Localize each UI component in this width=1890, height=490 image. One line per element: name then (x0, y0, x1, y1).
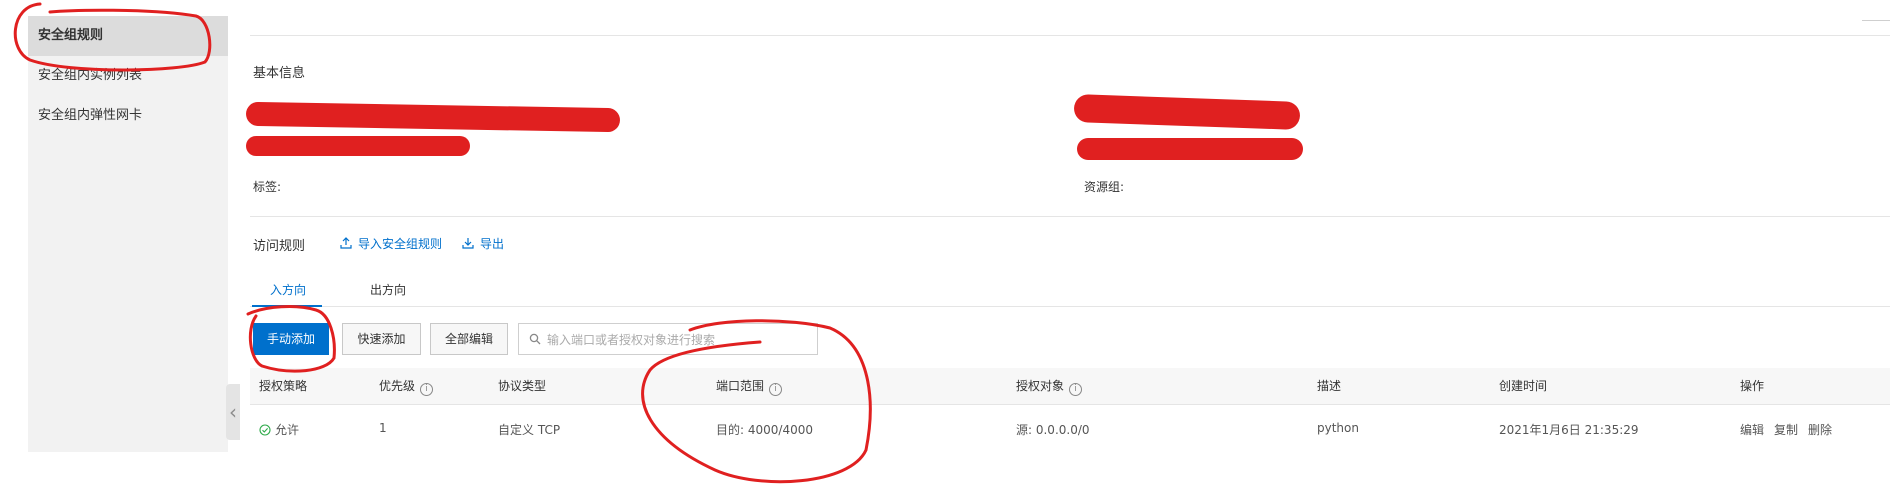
auth-object-cell: 源: 0.0.0.0/0 (1016, 423, 1090, 437)
column-header-description: 描述 (1317, 379, 1342, 393)
column-header-auth-object: 授权对象 i (1016, 368, 1083, 404)
policy-value: 允许 (275, 423, 300, 437)
search-box (518, 323, 818, 356)
redaction-mark (1077, 138, 1303, 160)
column-header-policy: 授权策略 (259, 379, 308, 393)
section-divider (250, 216, 1890, 217)
sidebar-item-security-group-rules[interactable]: 安全组规则 (28, 16, 228, 56)
tab-active-indicator (252, 305, 322, 307)
column-header-created: 创建时间 (1499, 379, 1548, 393)
port-range-cell: 目的: 4000/4000 (716, 423, 813, 437)
policy-cell: 允许 (259, 421, 299, 438)
redaction-mark (1073, 94, 1301, 130)
upload-icon (340, 237, 352, 249)
export-label: 导出 (480, 237, 505, 251)
table-header: 授权策略 优先级 i 协议类型 端口范围 i 授权对象 i 描述 创建时间 操作 (250, 368, 1890, 404)
redaction-mark (245, 101, 621, 133)
info-icon[interactable]: i (1069, 383, 1083, 396)
priority-cell: 1 (379, 421, 387, 435)
check-circle-icon (259, 424, 271, 436)
description-cell: python (1317, 421, 1359, 435)
created-time-cell: 2021年1月6日 21:35:29 (1499, 423, 1639, 437)
search-input[interactable] (545, 324, 817, 356)
import-rules-link[interactable]: 导入安全组规则 (340, 235, 442, 252)
redaction-mark (246, 136, 470, 156)
column-header-auth-object-label: 授权对象 (1016, 379, 1065, 393)
top-right-mark (1862, 20, 1890, 21)
tabs-divider (250, 306, 1890, 307)
edit-all-button[interactable]: 全部编辑 (430, 323, 508, 355)
import-rules-label: 导入安全组规则 (358, 237, 443, 251)
chevron-left-icon: ‹ (229, 400, 237, 424)
sidebar-item-eni[interactable]: 安全组内弹性网卡 (28, 96, 228, 136)
basic-info-title: 基本信息 (253, 66, 306, 81)
info-icon[interactable]: i (769, 383, 783, 396)
edit-link[interactable]: 编辑 (1740, 421, 1764, 438)
search-icon (529, 333, 541, 345)
column-header-port-range-label: 端口范围 (716, 379, 765, 393)
table-header-divider (250, 404, 1890, 405)
column-header-protocol: 协议类型 (498, 379, 547, 393)
tags-label: 标签: (253, 180, 282, 194)
export-link[interactable]: 导出 (462, 235, 504, 252)
quick-add-button[interactable]: 快速添加 (342, 323, 421, 355)
info-icon[interactable]: i (420, 383, 434, 396)
column-header-priority: 优先级 i (379, 368, 434, 404)
column-header-priority-label: 优先级 (379, 379, 416, 393)
manual-add-button[interactable]: 手动添加 (253, 323, 329, 355)
top-divider (250, 35, 1890, 36)
sidebar-collapse-handle[interactable]: ‹ (226, 384, 240, 440)
column-header-actions: 操作 (1740, 379, 1765, 393)
sidebar-item-instance-list[interactable]: 安全组内实例列表 (28, 56, 228, 96)
protocol-cell: 自定义 TCP (498, 423, 561, 437)
copy-link[interactable]: 复制 (1774, 421, 1798, 438)
tab-outbound[interactable]: 出方向 (370, 281, 406, 298)
column-header-port-range: 端口范围 i (716, 368, 783, 404)
tab-inbound[interactable]: 入方向 (270, 281, 306, 298)
access-rules-title: 访问规则 (253, 239, 306, 254)
delete-link[interactable]: 删除 (1808, 421, 1832, 438)
sidebar: 安全组规则 安全组内实例列表 安全组内弹性网卡 (28, 16, 228, 452)
resource-group-label: 资源组: (1084, 180, 1125, 194)
download-icon (462, 238, 474, 249)
